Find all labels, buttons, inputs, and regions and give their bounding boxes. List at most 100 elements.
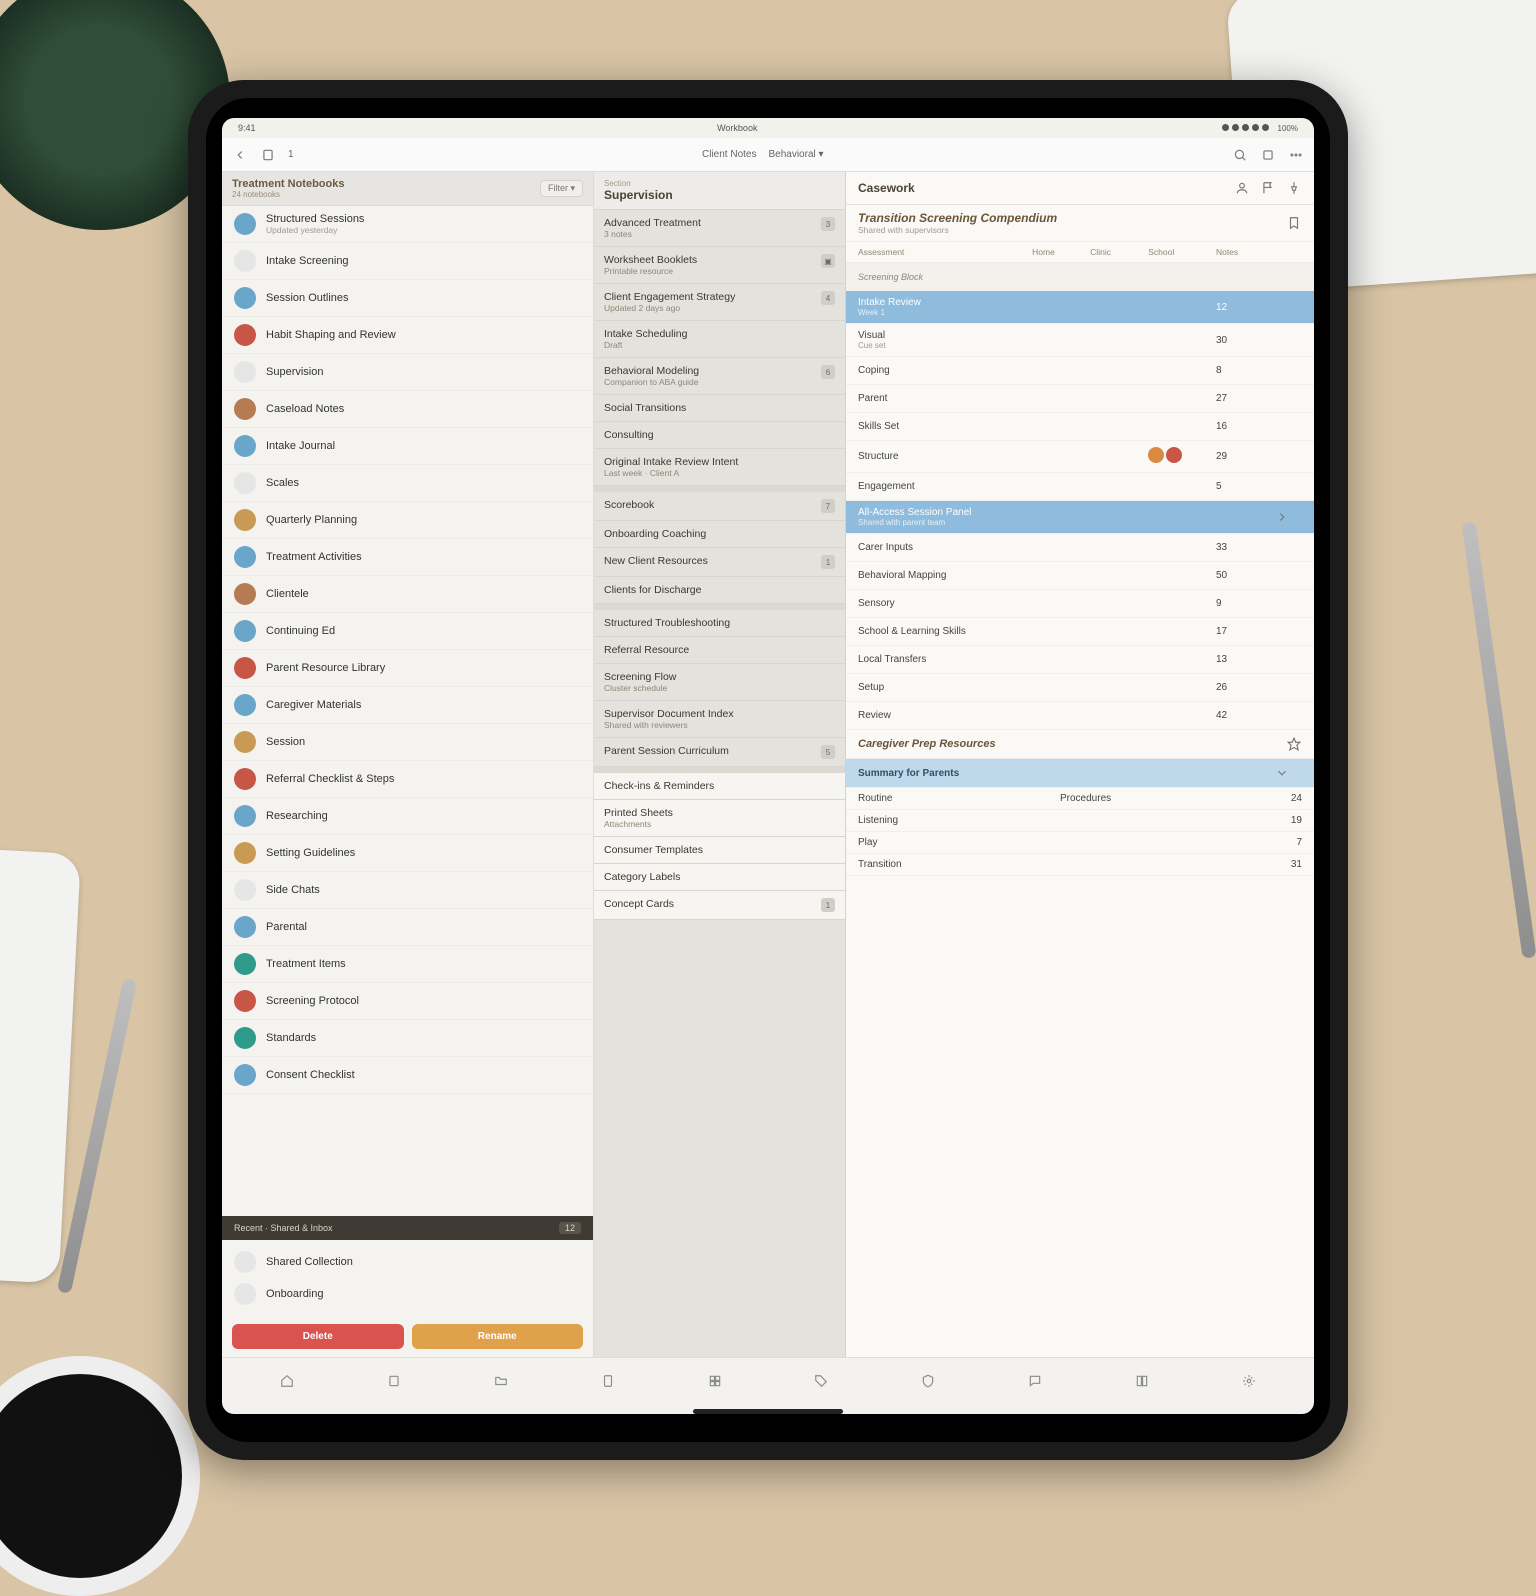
section-item[interactable]: Check-ins & Reminders	[594, 773, 845, 800]
table-row[interactable]: VisualCue set 30	[846, 324, 1314, 357]
rename-button[interactable]: Rename	[412, 1324, 584, 1349]
back-icon[interactable]	[232, 147, 248, 163]
notebook-color-icon	[234, 287, 256, 309]
delete-button[interactable]: Delete	[232, 1324, 404, 1349]
table-row[interactable]: Parent 27	[846, 385, 1314, 413]
group-d-header[interactable]: Summary for Parents	[846, 759, 1314, 788]
table-row[interactable]: Engagement 5	[846, 473, 1314, 501]
sidebar-item[interactable]: Screening Protocol	[222, 983, 593, 1020]
table-row[interactable]: Skills Set 16	[846, 413, 1314, 441]
sidebar-item-label: Parental	[266, 921, 307, 933]
sidebar-item[interactable]: Treatment Items	[222, 946, 593, 983]
breadcrumb-1[interactable]: Client Notes	[702, 149, 756, 160]
sidebar-item[interactable]: Setting Guidelines	[222, 835, 593, 872]
table-row[interactable]: Local Transfers 13	[846, 646, 1314, 674]
section-item[interactable]: Category Labels	[594, 864, 845, 891]
section-item[interactable]: Scorebook7	[594, 492, 845, 521]
sidebar-item[interactable]: Clientele	[222, 576, 593, 613]
section-item[interactable]: Worksheet BookletsPrintable resource▣	[594, 247, 845, 284]
section-item[interactable]: Original Intake Review IntentLast week ·…	[594, 449, 845, 486]
sidebar-item[interactable]: Parent Resource Library	[222, 650, 593, 687]
section-item[interactable]: Structured Troubleshooting	[594, 610, 845, 637]
notebook-icon[interactable]	[260, 147, 276, 163]
tab-home-icon[interactable]	[276, 1370, 298, 1392]
sidebar-dark-footer[interactable]: Recent · Shared & Inbox 12	[222, 1216, 593, 1240]
sidebar-item[interactable]: Treatment Activities	[222, 539, 593, 576]
more-icon[interactable]	[1288, 147, 1304, 163]
bookmark-icon[interactable]	[1286, 215, 1302, 231]
section-item[interactable]: Printed SheetsAttachments	[594, 800, 845, 837]
count-badge: 6	[821, 365, 835, 379]
table-row[interactable]: School & Learning Skills 17	[846, 618, 1314, 646]
section-item[interactable]: Supervisor Document IndexShared with rev…	[594, 701, 845, 738]
filter-pill[interactable]: Filter ▾	[540, 180, 583, 197]
summary-row[interactable]: Play7	[846, 832, 1314, 854]
group-b-header[interactable]: All-Access Session PanelShared with pare…	[846, 501, 1314, 534]
section-item[interactable]: Advanced Treatment3 notes3	[594, 210, 845, 247]
sidebar-item[interactable]: Habit Shaping and Review	[222, 317, 593, 354]
table-row[interactable]: Coping 8	[846, 357, 1314, 385]
section-item[interactable]: Referral Resource	[594, 637, 845, 664]
section-item[interactable]: Consulting	[594, 422, 845, 449]
breadcrumb-2[interactable]: Behavioral ▾	[768, 149, 823, 160]
section-item[interactable]: Clients for Discharge	[594, 577, 845, 604]
tab-label-icon[interactable]	[810, 1370, 832, 1392]
summary-row[interactable]: RoutineProcedures24	[846, 788, 1314, 810]
search-icon[interactable]	[1232, 147, 1248, 163]
flag-icon[interactable]	[1260, 180, 1276, 196]
notebook-color-icon	[234, 1283, 256, 1305]
table-row[interactable]: Setup 26	[846, 674, 1314, 702]
table-row[interactable]: Carer Inputs 33	[846, 534, 1314, 562]
table-row[interactable]: Behavioral Mapping 50	[846, 562, 1314, 590]
table-row[interactable]: Review 42	[846, 702, 1314, 730]
tab-chat-icon[interactable]	[1024, 1370, 1046, 1392]
tab-book-icon[interactable]	[1131, 1370, 1153, 1392]
sidebar-item[interactable]: Session	[222, 724, 593, 761]
section-item[interactable]: Onboarding Coaching	[594, 521, 845, 548]
sidebar-item[interactable]: Standards	[222, 1020, 593, 1057]
section-item[interactable]: Intake SchedulingDraft	[594, 321, 845, 358]
section-item[interactable]: Client Engagement StrategyUpdated 2 days…	[594, 284, 845, 321]
tab-grid-icon[interactable]	[704, 1370, 726, 1392]
sidebar-item[interactable]: Researching	[222, 798, 593, 835]
section-item[interactable]: New Client Resources1	[594, 548, 845, 577]
sidebar-item[interactable]: Onboarding	[222, 1278, 593, 1310]
sidebar-item[interactable]: Intake Screening	[222, 243, 593, 280]
sidebar-item-label: Caregiver Materials	[266, 699, 361, 711]
tab-shield-icon[interactable]	[917, 1370, 939, 1392]
section-item[interactable]: Screening FlowCluster schedule	[594, 664, 845, 701]
sidebar-item[interactable]: Caseload Notes	[222, 391, 593, 428]
sidebar-item[interactable]: Quarterly Planning	[222, 502, 593, 539]
sidebar-item[interactable]: Session Outlines	[222, 280, 593, 317]
tab-notes-icon[interactable]	[383, 1370, 405, 1392]
sidebar-item[interactable]: Consent Checklist	[222, 1057, 593, 1094]
sidebar-item[interactable]: Referral Checklist & Steps	[222, 761, 593, 798]
sidebar-item[interactable]: Parental	[222, 909, 593, 946]
section-item[interactable]: Consumer Templates	[594, 837, 845, 864]
sidebar-item[interactable]: Intake Journal	[222, 428, 593, 465]
share-icon[interactable]	[1260, 147, 1276, 163]
star-icon[interactable]	[1286, 736, 1302, 752]
tab-settings-icon[interactable]	[1238, 1370, 1260, 1392]
table-row[interactable]: Structure 29	[846, 441, 1314, 473]
table-row[interactable]: Intake ReviewWeek 1 12	[846, 291, 1314, 324]
summary-row[interactable]: Listening19	[846, 810, 1314, 832]
sidebar-item[interactable]: Side Chats	[222, 872, 593, 909]
section-item[interactable]: Behavioral ModelingCompanion to ABA guid…	[594, 358, 845, 395]
home-indicator[interactable]	[693, 1409, 843, 1414]
summary-row[interactable]: Transition31	[846, 854, 1314, 876]
tab-folder-icon[interactable]	[490, 1370, 512, 1392]
section-item[interactable]: Parent Session Curriculum5	[594, 738, 845, 767]
sidebar-item[interactable]: Continuing Ed	[222, 613, 593, 650]
tab-doc-icon[interactable]	[597, 1370, 619, 1392]
sidebar-item[interactable]: Structured SessionsUpdated yesterday	[222, 206, 593, 243]
section-item[interactable]: Social Transitions	[594, 395, 845, 422]
user-icon[interactable]	[1234, 180, 1250, 196]
section-item[interactable]: Concept Cards1	[594, 891, 845, 920]
table-row[interactable]: Sensory 9	[846, 590, 1314, 618]
sidebar-item[interactable]: Supervision	[222, 354, 593, 391]
pin-icon[interactable]	[1286, 180, 1302, 196]
sidebar-item[interactable]: Shared Collection	[222, 1246, 593, 1278]
sidebar-item[interactable]: Caregiver Materials	[222, 687, 593, 724]
sidebar-item[interactable]: Scales	[222, 465, 593, 502]
